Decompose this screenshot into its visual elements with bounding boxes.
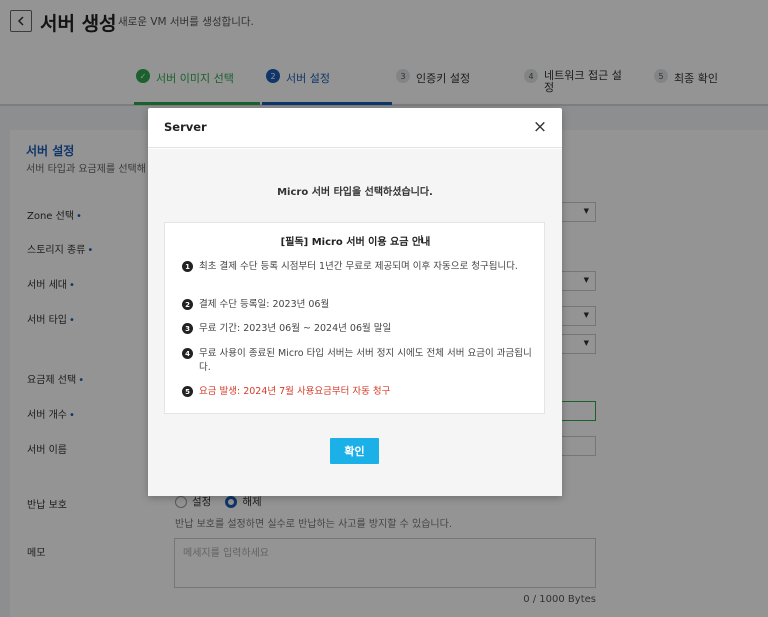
notice-item-text: 무료 기간: 2023년 06월 ~ 2024년 06월 말일 [199, 323, 392, 334]
modal-message: Micro 서버 타입을 선택하셨습니다. [277, 187, 433, 198]
number-badge: 3 [182, 323, 193, 334]
modal-header: Server × [148, 108, 562, 148]
pricing-notice: [필독] Micro 서버 이용 요금 안내 I 1 최초 결제 수단 등록 시… [164, 222, 545, 414]
number-badge: 2 [182, 299, 193, 310]
notice-item: 1 최초 결제 수단 등록 시점부터 1년간 무료로 제공되며 이후 자동으로 … [182, 260, 534, 274]
number-badge: 5 [182, 386, 193, 397]
notice-item-text: 최초 결제 수단 등록 시점부터 1년간 무료로 제공되며 이후 자동으로 청구… [199, 261, 518, 272]
notice-item-text: 요금 발생: 2024년 7월 사용요금부터 자동 청구 [199, 386, 391, 397]
close-icon[interactable]: × [532, 118, 548, 136]
notice-item-text: 결제 수단 등록일: 2023년 06월 [199, 299, 330, 310]
number-badge: 4 [182, 348, 193, 359]
server-modal: Server × Micro 서버 타입을 선택하셨습니다. [필독] Micr… [148, 108, 562, 496]
text-cursor-icon: I [420, 233, 424, 246]
notice-item-warning: 5 요금 발생: 2024년 7월 사용요금부터 자동 청구 [182, 385, 534, 399]
modal-body: Micro 서버 타입을 선택하셨습니다. [필독] Micro 서버 이용 요… [148, 149, 562, 496]
notice-item: 3 무료 기간: 2023년 06월 ~ 2024년 06월 말일 [182, 322, 534, 336]
modal-title: Server [164, 120, 207, 134]
notice-item: 2 결제 수단 등록일: 2023년 06월 [182, 298, 534, 312]
notice-item-text: 무료 사용이 종료된 Micro 타입 서버는 서버 정지 시에도 전체 서버 … [199, 348, 532, 373]
confirm-button[interactable]: 확인 [330, 438, 379, 464]
notice-title: [필독] Micro 서버 이용 요금 안내 [280, 237, 431, 248]
notice-item: 4 무료 사용이 종료된 Micro 타입 서버는 서버 정지 시에도 전체 서… [182, 347, 534, 375]
number-badge: 1 [182, 261, 193, 272]
